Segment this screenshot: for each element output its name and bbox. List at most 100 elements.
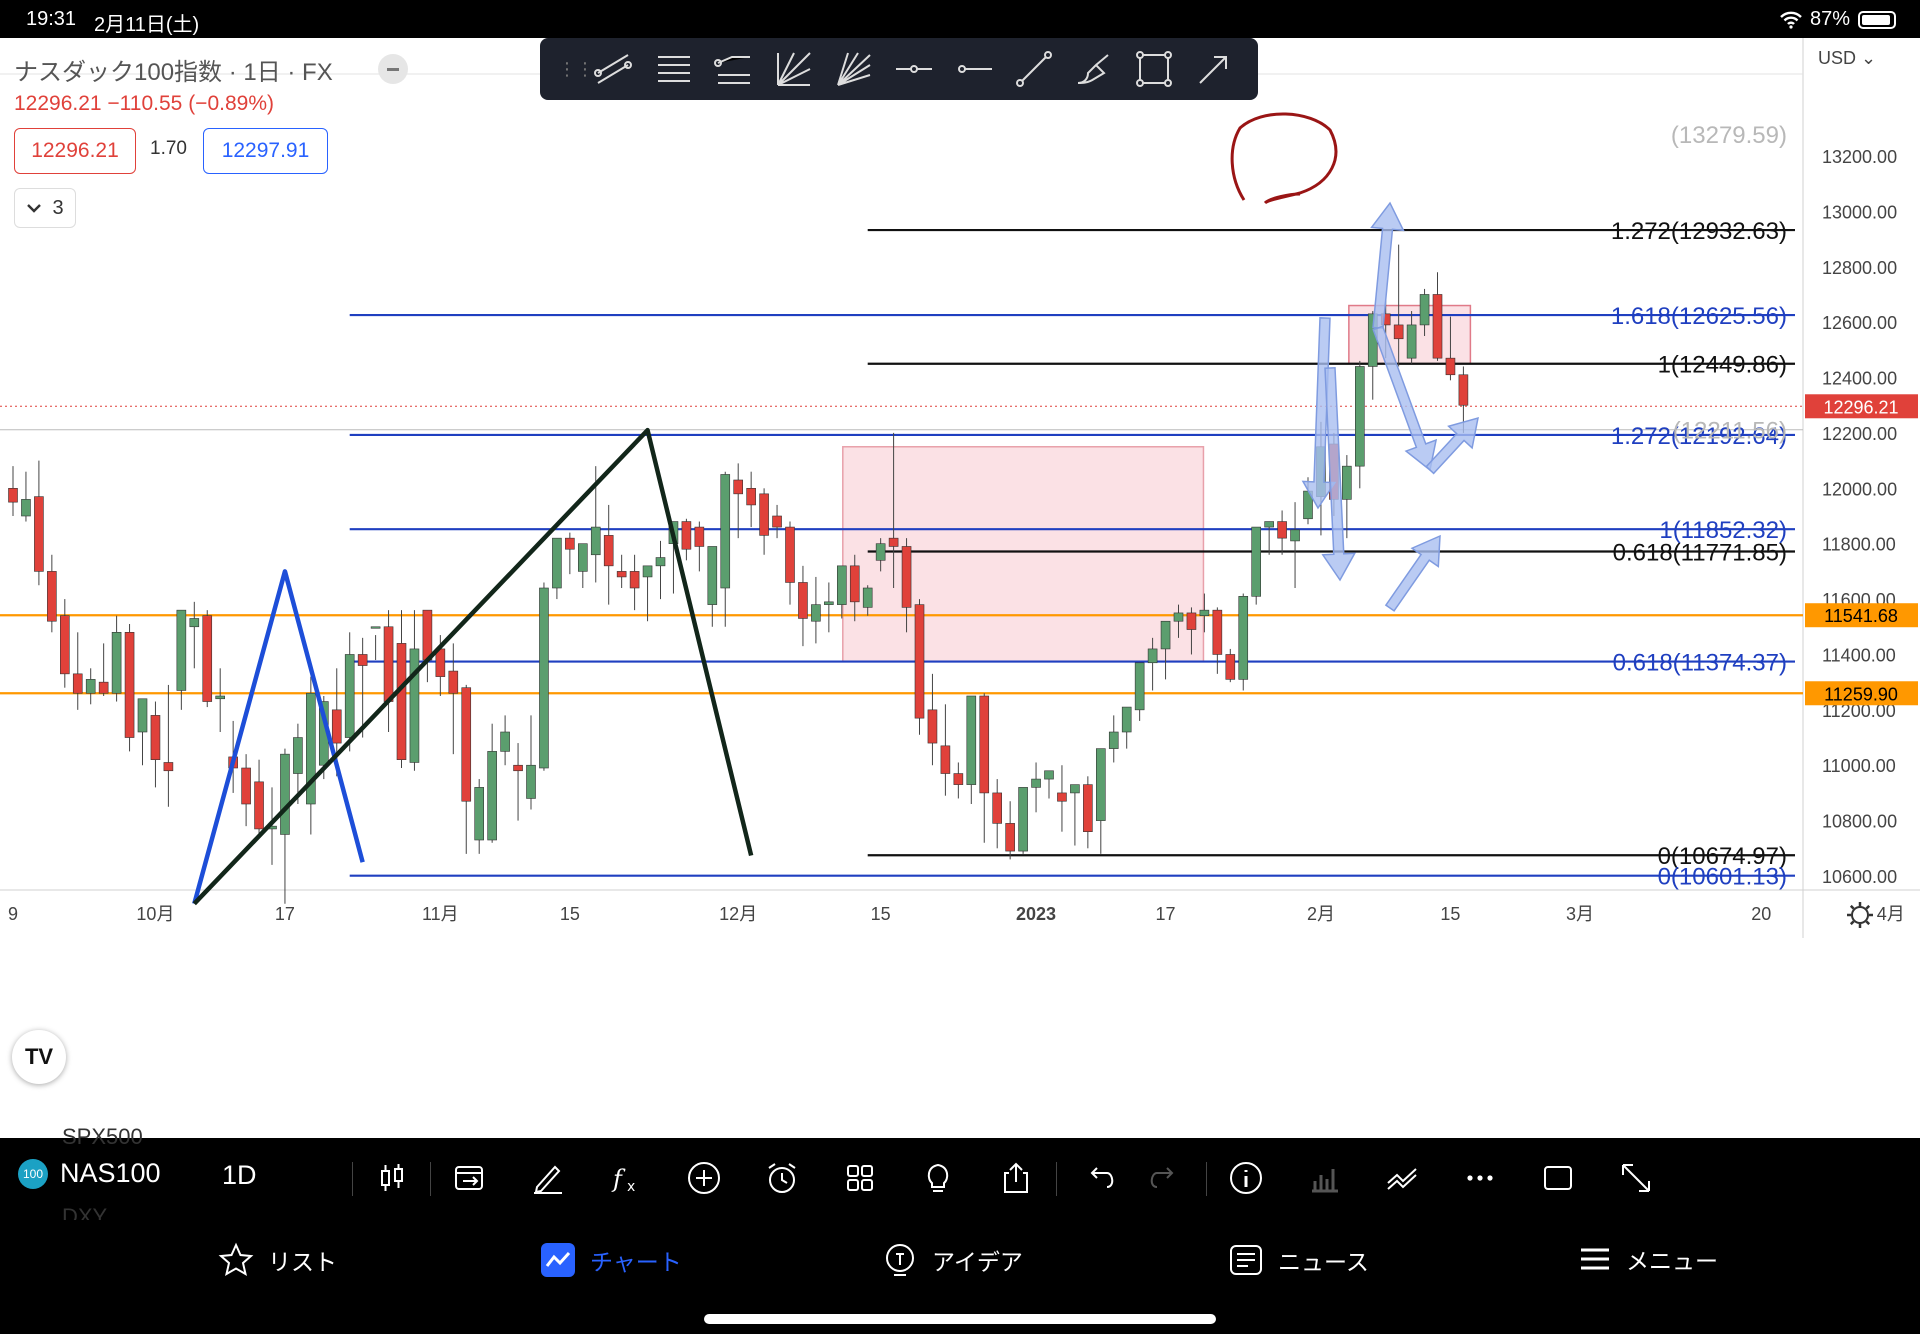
fib-fan-icon[interactable] (824, 44, 884, 94)
chart-area[interactable]: 13200.00 13000.00 12800.00 12600.00 12400.00… (0, 38, 1920, 1138)
price-tick-label: 12000.00 (1822, 479, 1897, 499)
candle-body (836, 565, 847, 605)
candle-body (1264, 521, 1274, 528)
price-tick-label: 11000.00 (1822, 756, 1896, 776)
time-tick-label: 17 (275, 904, 295, 924)
price-tag-label: 11259.90 (1824, 684, 1898, 704)
symbol-title[interactable]: ナスダック100指数 · 1日 · FX (14, 52, 333, 87)
tab-news[interactable]: ニュース (1228, 1242, 1369, 1278)
candle-body (707, 546, 718, 605)
arrow-icon[interactable] (1184, 44, 1244, 94)
fib-level-label: 0.618(11771.85) (1613, 539, 1787, 566)
candle-body (241, 767, 251, 805)
svg-text:f: f (611, 1165, 626, 1193)
parallel-channel-icon[interactable] (584, 44, 644, 94)
home-indicator[interactable] (704, 1314, 1216, 1324)
redo-icon[interactable] (1140, 1156, 1184, 1200)
candle-body (694, 526, 705, 547)
candle-body (629, 571, 640, 589)
settings-icon[interactable] (1847, 902, 1873, 928)
trend-line-icon[interactable] (1004, 44, 1064, 94)
price-chart[interactable]: 13200.00 13000.00 12800.00 12600.00 12400.00… (0, 38, 1920, 1138)
layouts-icon[interactable] (838, 1156, 882, 1200)
symbol-badge: 100 (18, 1158, 48, 1189)
candle-type-icon[interactable] (370, 1156, 414, 1200)
price-tick-label: 13000.00 (1822, 202, 1897, 222)
fib-retracement-icon[interactable] (644, 44, 704, 94)
gear-tooth (1849, 904, 1855, 910)
expand-icon[interactable] (1614, 1156, 1658, 1200)
candle-body (85, 679, 96, 694)
candle-body (1290, 529, 1300, 542)
compare-icon[interactable] (448, 1156, 492, 1200)
fib-level-label: 0.618(11374.37) (1613, 650, 1787, 677)
alarm-icon[interactable] (760, 1156, 804, 1200)
candle-body (176, 609, 187, 691)
horizontal-ray-icon[interactable] (884, 44, 944, 94)
candle-body (1147, 648, 1158, 664)
brush-icon[interactable] (1064, 44, 1124, 94)
current-price-tag-label: 12296.21 (1823, 397, 1898, 417)
candle-body (1044, 770, 1054, 780)
tab-menu[interactable]: メニュー (1578, 1242, 1718, 1276)
drag-handle-icon[interactable]: ⋮⋮ (558, 57, 594, 81)
price-tick-label: 13200.00 (1822, 147, 1897, 167)
tab-list[interactable]: リスト (218, 1242, 337, 1278)
more-icon[interactable] (1458, 1156, 1502, 1200)
tab-chart[interactable]: チャート (540, 1242, 682, 1278)
candle-body (254, 781, 264, 830)
fib-extension-icon[interactable] (704, 44, 764, 94)
collapse-legend-button[interactable] (378, 54, 408, 84)
price-tick-label: 10600.00 (1822, 867, 1897, 887)
symbol-selector[interactable]: 100 NAS100 (18, 1158, 161, 1189)
chart-icon (541, 1243, 575, 1277)
buy-price-button[interactable]: 12297.91 (203, 128, 328, 174)
candle-body (1355, 366, 1365, 467)
indicators-count: 3 (52, 196, 64, 219)
add-icon[interactable] (682, 1156, 726, 1200)
faint-symbol-above: SPX500 (62, 1124, 143, 1149)
candle-body (1342, 465, 1352, 500)
indicators-icon[interactable]: fx (604, 1156, 648, 1200)
candle-body (616, 571, 627, 578)
lightbulb-icon[interactable] (916, 1156, 960, 1200)
tab-ideas[interactable]: アイデア (882, 1242, 1023, 1278)
news-icon (1230, 1245, 1262, 1275)
candle-body (59, 615, 70, 675)
undo-icon[interactable] (1080, 1156, 1124, 1200)
rectangle-icon[interactable] (1124, 44, 1184, 94)
candle-body (422, 609, 433, 661)
share-icon[interactable] (994, 1156, 1038, 1200)
trading-icon[interactable] (1380, 1156, 1424, 1200)
candle-body (1458, 374, 1469, 406)
price-tag-label: 11541.68 (1824, 606, 1898, 626)
candle-body (539, 587, 549, 769)
candle-body (150, 715, 161, 760)
candle-body (1070, 784, 1080, 794)
fullscreen-box-icon[interactable] (1536, 1156, 1580, 1200)
candle-body (163, 762, 174, 772)
price-tick-label: 11800.00 (1822, 535, 1896, 555)
time-tick-label: 15 (871, 904, 891, 924)
indicators-toggle[interactable]: 3 (14, 188, 76, 228)
fib-level-label: 1(12449.86) (1658, 352, 1787, 379)
price-tick-label: 12800.00 (1822, 258, 1897, 278)
info-icon[interactable] (1224, 1156, 1268, 1200)
tradingview-logo: TV (12, 1030, 66, 1084)
tab-label: ニュース (1278, 1249, 1369, 1275)
candle-body (1199, 609, 1210, 616)
volume-icon[interactable] (1302, 1156, 1346, 1200)
currency-selector[interactable]: USD ⌄ (1818, 48, 1876, 69)
time-tick-label: 9 (8, 904, 18, 924)
candle-body (772, 515, 782, 528)
interval-selector[interactable]: 1D (222, 1160, 257, 1191)
candle-body (953, 773, 964, 785)
sell-price-button[interactable]: 12296.21 (14, 128, 136, 174)
menu-icon (1581, 1248, 1609, 1270)
tab-label: メニュー (1626, 1248, 1718, 1274)
status-date: 2月11日(土) (94, 14, 200, 36)
gann-box-icon[interactable] (764, 44, 824, 94)
fib-level-label: 0(10601.13) (1658, 864, 1787, 891)
draw-icon[interactable] (526, 1156, 570, 1200)
ray-icon[interactable] (944, 44, 1004, 94)
